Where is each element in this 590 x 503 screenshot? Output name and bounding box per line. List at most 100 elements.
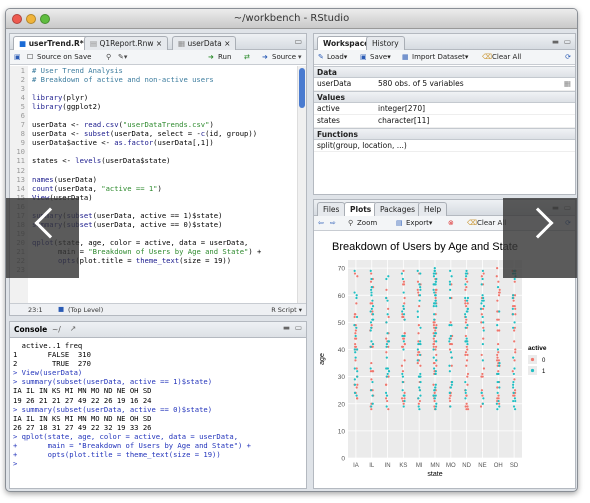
data-point-active-1 xyxy=(481,315,484,319)
close-tab-icon[interactable]: × xyxy=(224,39,230,48)
search-icon[interactable]: ⚲ xyxy=(106,53,111,62)
data-point-active-0 xyxy=(402,269,405,272)
console-line: + opts(plot.title = theme_text(size = 19… xyxy=(13,450,221,460)
minimize-pane-icon[interactable]: ▬ xyxy=(552,37,559,46)
legend-key-1 xyxy=(530,368,535,373)
workspace-row-split[interactable]: split(group, location, ...) xyxy=(314,140,575,152)
minimize-pane-icon[interactable]: ▬ xyxy=(283,323,290,332)
tab-history[interactable]: History xyxy=(366,36,405,50)
data-point-active-0 xyxy=(385,351,388,354)
go-to-directory-icon[interactable]: ↗ xyxy=(70,324,76,333)
zoom-button[interactable]: Zoom xyxy=(357,219,377,228)
code-tools-icon[interactable]: ✎▾ xyxy=(118,53,127,62)
code-token: theme_text xyxy=(135,255,180,265)
view-table-icon[interactable]: ▦ xyxy=(564,78,571,91)
data-point-active-0 xyxy=(498,402,501,405)
clear-workspace-button[interactable]: Clear All xyxy=(492,53,521,62)
workspace-row-states[interactable]: states character[11] xyxy=(314,115,575,128)
zoom-window-button[interactable] xyxy=(40,14,50,24)
data-point-active-1 xyxy=(464,296,467,300)
close-window-button[interactable] xyxy=(12,14,22,24)
data-point-active-0 xyxy=(497,291,501,294)
maximize-pane-icon[interactable]: ▭ xyxy=(564,37,571,46)
next-slide-button[interactable] xyxy=(503,198,577,278)
editor-tab-q1report[interactable]: ▤ Q1Report.Rnw × xyxy=(84,36,169,50)
code-line: count(userData, "active == 1") xyxy=(32,184,261,193)
code-editor[interactable]: 1234567891011121314151617181920212223 # … xyxy=(10,66,296,315)
data-point-active-1 xyxy=(513,277,516,281)
line-number-gutter: 1234567891011121314151617181920212223 xyxy=(10,66,28,315)
data-point-active-1 xyxy=(433,269,436,272)
data-point-active-0 xyxy=(498,288,501,291)
clear-plots-button[interactable]: Clear All xyxy=(477,219,506,228)
data-point-active-0 xyxy=(497,318,500,321)
data-point-active-0 xyxy=(432,383,435,386)
source-button[interactable]: Source xyxy=(272,53,296,62)
data-point-active-0 xyxy=(465,345,468,348)
close-tab-icon[interactable]: × xyxy=(156,39,162,48)
data-point-active-0 xyxy=(435,364,438,367)
arrow-right-icon[interactable]: ⇨ xyxy=(330,219,336,228)
rerun-icon[interactable]: ⇄ xyxy=(244,53,250,62)
data-point-active-0 xyxy=(402,280,405,283)
code-token: ) xyxy=(157,183,162,193)
maximize-pane-icon[interactable]: ▭ xyxy=(294,37,302,46)
filetype-selector[interactable]: R Script ▾ xyxy=(271,306,302,314)
line-number: 4 xyxy=(20,93,25,103)
save-workspace-button[interactable]: Save▾ xyxy=(370,53,391,62)
data-point-active-0 xyxy=(418,305,421,308)
scope-selector[interactable]: (Top Level) xyxy=(68,306,103,314)
data-point-active-1 xyxy=(512,383,515,386)
data-point-active-1 xyxy=(370,277,373,281)
data-point-active-1 xyxy=(496,323,499,327)
source-icon[interactable]: ➜ xyxy=(262,53,268,62)
data-point-active-1 xyxy=(449,288,452,291)
data-point-active-0 xyxy=(416,280,420,283)
data-point-active-1 xyxy=(369,310,372,313)
data-point-active-0 xyxy=(400,397,404,400)
editor-scrollbar[interactable] xyxy=(297,66,306,305)
console-title: Console xyxy=(14,325,48,334)
data-point-active-1 xyxy=(449,269,452,272)
source-on-save-checkbox[interactable]: ☐ xyxy=(27,53,33,62)
minimize-window-button[interactable] xyxy=(26,14,36,24)
workspace-row-userdata[interactable]: userData 580 obs. of 5 variables ▦ xyxy=(314,78,575,91)
export-button[interactable]: Export▾ xyxy=(406,219,432,228)
data-point-active-1 xyxy=(356,370,359,373)
editor-tab-userdata[interactable]: ▦ userData × xyxy=(172,36,237,50)
console-line: 1 FALSE 310 xyxy=(13,350,91,360)
previous-slide-button[interactable] xyxy=(6,198,79,278)
refresh-icon[interactable]: ⟳ xyxy=(565,53,571,62)
tab-packages[interactable]: Packages xyxy=(374,202,421,216)
data-point-active-1 xyxy=(419,342,422,346)
console-output[interactable]: active..1 freq 1 FALSE 310 2 TRUE 270 > Vie… xyxy=(10,338,306,488)
data-point-active-0 xyxy=(403,391,406,395)
run-icon[interactable]: ➜ xyxy=(208,53,214,62)
arrow-left-icon[interactable]: ⇦ xyxy=(318,219,324,228)
remove-plot-icon[interactable]: ⊗ xyxy=(448,219,454,228)
maximize-pane-icon[interactable]: ▭ xyxy=(295,323,302,332)
tab-plots[interactable]: Plots xyxy=(344,202,378,216)
data-point-active-1 xyxy=(402,305,405,308)
data-point-active-1 xyxy=(497,364,501,367)
data-point-active-0 xyxy=(496,386,499,389)
console-line: 19 26 21 21 27 49 22 26 19 16 24 xyxy=(13,395,152,405)
data-point-active-1 xyxy=(464,380,467,384)
tab-help[interactable]: Help xyxy=(418,202,448,216)
data-point-active-1 xyxy=(512,380,515,384)
editor-scroll-thumb[interactable] xyxy=(299,68,305,108)
load-button[interactable]: Load▾ xyxy=(327,53,347,62)
run-button[interactable]: Run xyxy=(218,53,231,62)
data-point-active-1 xyxy=(481,269,485,272)
data-point-active-0 xyxy=(432,337,435,340)
data-point-active-0 xyxy=(511,305,515,308)
save-icon[interactable]: ▣ xyxy=(14,53,21,62)
data-point-active-0 xyxy=(433,399,436,403)
data-point-active-1 xyxy=(432,348,435,351)
chevron-down-icon[interactable]: ▾ xyxy=(298,53,302,62)
tab-files[interactable]: Files xyxy=(317,202,346,216)
workspace-row-active[interactable]: active integer[270] xyxy=(314,103,575,115)
x-tick-label: IA xyxy=(353,463,359,469)
import-dataset-button[interactable]: Import Dataset▾ xyxy=(412,53,468,62)
data-point-active-0 xyxy=(434,345,438,348)
